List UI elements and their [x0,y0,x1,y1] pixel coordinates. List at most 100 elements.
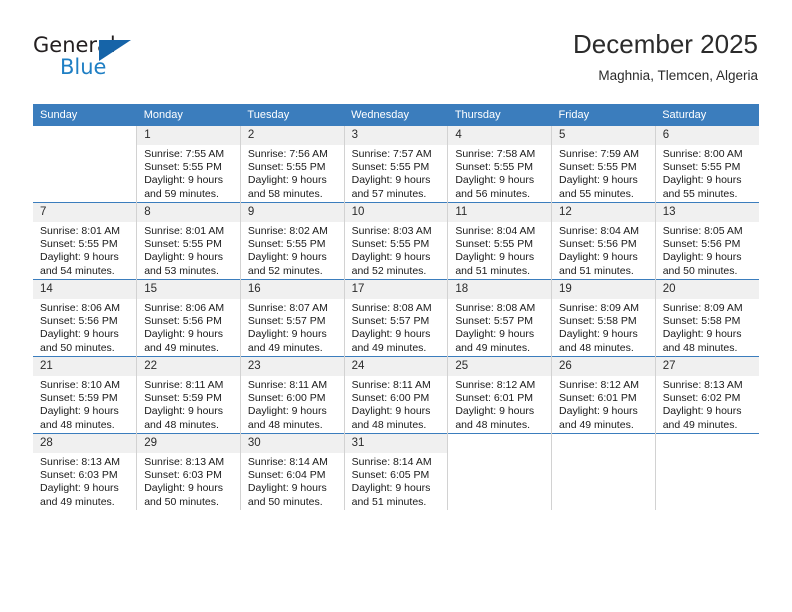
sunset-text: Sunset: 5:55 PM [144,238,222,251]
day-number: 7 [33,203,137,222]
day-number: 14 [33,280,137,299]
day-cell[interactable]: 11 Sunrise: 8:04 AM Sunset: 5:55 PM Dayligh… [447,202,552,280]
day-cell[interactable]: 6 Sunrise: 8:00 AM Sunset: 5:55 PM Daylight… [654,126,759,203]
day-number: 25 [448,357,552,376]
daylight-text-line2: and 52 minutes. [247,264,323,277]
day-details [33,145,136,148]
day-cell[interactable]: 28 Sunrise: 8:13 AM Sunset: 6:03 PM Dayligh… [33,433,137,510]
daylight-text-line2: and 49 minutes. [144,341,219,354]
daylight-text-line2: and 55 minutes. [662,187,738,200]
sunrise-text: Sunrise: 8:07 AM [247,302,328,314]
day-cell[interactable]: 30 Sunrise: 8:14 AM Sunset: 6:04 PM Dayligh… [239,433,345,510]
day-cell[interactable]: 22 Sunrise: 8:11 AM Sunset: 5:59 PM Dayligh… [136,356,241,434]
day-number: 19 [552,280,655,299]
sunset-text: Sunset: 6:00 PM [247,392,326,405]
day-cell[interactable]: 21 Sunrise: 8:10 AM Sunset: 5:59 PM Dayligh… [33,356,137,434]
sunrise-text: Sunrise: 8:12 AM [455,379,536,391]
day-number: 4 [448,126,552,145]
weekday-header-wednesday: Wednesday [344,104,448,126]
daylight-text-line2: and 48 minutes. [40,418,115,431]
day-cell[interactable]: 14 Sunrise: 8:06 AM Sunset: 5:56 PM Dayligh… [33,279,137,357]
day-cell[interactable]: 4 Sunrise: 7:58 AM Sunset: 5:55 PM Daylight… [447,126,552,203]
day-number: 24 [344,357,448,376]
day-cell[interactable]: 7 Sunrise: 8:01 AM Sunset: 5:55 PM Daylight… [33,202,137,280]
day-number: 21 [33,357,137,376]
sunset-text: Sunset: 6:03 PM [144,469,222,482]
day-cell[interactable] [447,433,552,510]
weekday-header-row: Sunday Monday Tuesday Wednesday Thursday… [33,104,759,126]
day-cell[interactable]: 29 Sunrise: 8:13 AM Sunset: 6:03 PM Dayligh… [136,433,241,510]
page-title: December 2025 [573,29,758,59]
daylight-text-line1: Daylight: 9 hours [247,251,327,264]
day-cell[interactable]: 26 Sunrise: 8:12 AM Sunset: 6:01 PM Dayligh… [551,356,656,434]
sunrise-text: Sunrise: 8:13 AM [40,456,120,468]
sunset-text: Sunset: 5:59 PM [144,392,222,405]
sunrise-text: Sunrise: 8:06 AM [144,302,225,314]
day-cell[interactable]: 12 Sunrise: 8:04 AM Sunset: 5:56 PM Dayligh… [551,202,656,280]
sunset-text: Sunset: 5:57 PM [247,315,326,328]
general-blue-logo[interactable]: General Blue [33,33,163,85]
daylight-text-line1: Daylight: 9 hours [455,174,535,187]
daylight-text-line2: and 49 minutes. [351,341,427,354]
day-cell[interactable]: 18 Sunrise: 8:08 AM Sunset: 5:57 PM Dayligh… [447,279,552,357]
day-cell[interactable]: 16 Sunrise: 8:07 AM Sunset: 5:57 PM Dayligh… [239,279,345,357]
daylight-text-line2: and 58 minutes. [247,187,323,200]
day-cell[interactable]: 17 Sunrise: 8:08 AM Sunset: 5:57 PM Dayligh… [343,279,448,357]
sunset-text: Sunset: 5:55 PM [559,161,637,174]
logo-blue-text: Blue [60,55,107,79]
daylight-text-line1: Daylight: 9 hours [144,328,223,341]
day-number: 18 [448,280,552,299]
day-cell[interactable]: 24 Sunrise: 8:11 AM Sunset: 6:00 PM Dayligh… [343,356,448,434]
day-cell[interactable]: 2 Sunrise: 7:56 AM Sunset: 5:55 PM Daylight… [239,126,345,203]
calendar-page: General Blue December 2025 Maghnia, Tlem… [0,0,792,612]
daylight-text-line2: and 48 minutes. [662,341,738,354]
daylight-text-line2: and 48 minutes. [351,418,427,431]
day-number: 28 [33,434,137,453]
sunrise-text: Sunrise: 8:04 AM [559,225,639,237]
day-details: Sunrise: 8:10 AM Sunset: 5:59 PM Daylight:… [33,376,136,432]
day-cell[interactable]: 9 Sunrise: 8:02 AM Sunset: 5:55 PM Daylight… [239,202,345,280]
sunset-text: Sunset: 5:55 PM [455,238,533,251]
day-cell[interactable]: 13 Sunrise: 8:05 AM Sunset: 5:56 PM Dayligh… [654,202,759,280]
sunrise-text: Sunrise: 7:58 AM [455,148,536,160]
day-cell[interactable]: 10 Sunrise: 8:03 AM Sunset: 5:55 PM Dayligh… [343,202,448,280]
day-cell[interactable]: 20 Sunrise: 8:09 AM Sunset: 5:58 PM Dayligh… [654,279,759,357]
day-details: Sunrise: 8:11 AM Sunset: 6:00 PM Daylight:… [345,376,448,432]
day-cell[interactable]: 5 Sunrise: 7:59 AM Sunset: 5:55 PM Daylight… [551,126,656,203]
sunset-text: Sunset: 5:56 PM [662,238,741,251]
day-number: 5 [552,126,655,145]
sunset-text: Sunset: 6:03 PM [40,469,118,482]
day-cell[interactable] [33,126,137,203]
day-details: Sunrise: 8:13 AM Sunset: 6:02 PM Daylight:… [656,376,759,432]
sunset-text: Sunset: 5:58 PM [662,315,741,328]
sunrise-text: Sunrise: 8:14 AM [351,456,432,468]
daylight-text-line1: Daylight: 9 hours [662,405,742,418]
sunset-text: Sunset: 5:55 PM [247,238,326,251]
day-cell[interactable]: 15 Sunrise: 8:06 AM Sunset: 5:56 PM Dayligh… [136,279,241,357]
sunrise-text: Sunrise: 8:08 AM [351,302,432,314]
day-cell[interactable]: 8 Sunrise: 8:01 AM Sunset: 5:55 PM Daylight… [136,202,241,280]
sunrise-text: Sunrise: 8:09 AM [662,302,743,314]
sunrise-text: Sunrise: 8:05 AM [662,225,743,237]
daylight-text-line1: Daylight: 9 hours [559,174,638,187]
daylight-text-line1: Daylight: 9 hours [40,482,119,495]
day-cell[interactable]: 31 Sunrise: 8:14 AM Sunset: 6:05 PM Dayligh… [343,433,448,510]
day-cell[interactable]: 3 Sunrise: 7:57 AM Sunset: 5:55 PM Daylight… [343,126,448,203]
day-cell[interactable] [551,433,656,510]
day-cell[interactable]: 25 Sunrise: 8:12 AM Sunset: 6:01 PM Dayligh… [447,356,552,434]
day-cell[interactable]: 23 Sunrise: 8:11 AM Sunset: 6:00 PM Dayligh… [239,356,345,434]
daylight-text-line1: Daylight: 9 hours [247,328,327,341]
day-cell[interactable]: 1 Sunrise: 7:55 AM Sunset: 5:55 PM Daylight… [136,126,241,203]
weekday-header-thursday: Thursday [447,104,552,126]
daylight-text-line2: and 53 minutes. [144,264,219,277]
sunset-text: Sunset: 5:55 PM [351,238,430,251]
day-number: 12 [552,203,655,222]
daylight-text-line2: and 50 minutes. [247,495,323,508]
daylight-text-line1: Daylight: 9 hours [247,405,327,418]
day-cell[interactable] [654,433,759,510]
day-cell[interactable]: 19 Sunrise: 8:09 AM Sunset: 5:58 PM Dayligh… [551,279,656,357]
day-cell[interactable]: 27 Sunrise: 8:13 AM Sunset: 6:02 PM Dayligh… [654,356,759,434]
sunset-text: Sunset: 6:01 PM [455,392,533,405]
daylight-text-line2: and 48 minutes. [559,341,634,354]
week-row: 14 Sunrise: 8:06 AM Sunset: 5:56 PM Dayligh… [33,279,759,357]
